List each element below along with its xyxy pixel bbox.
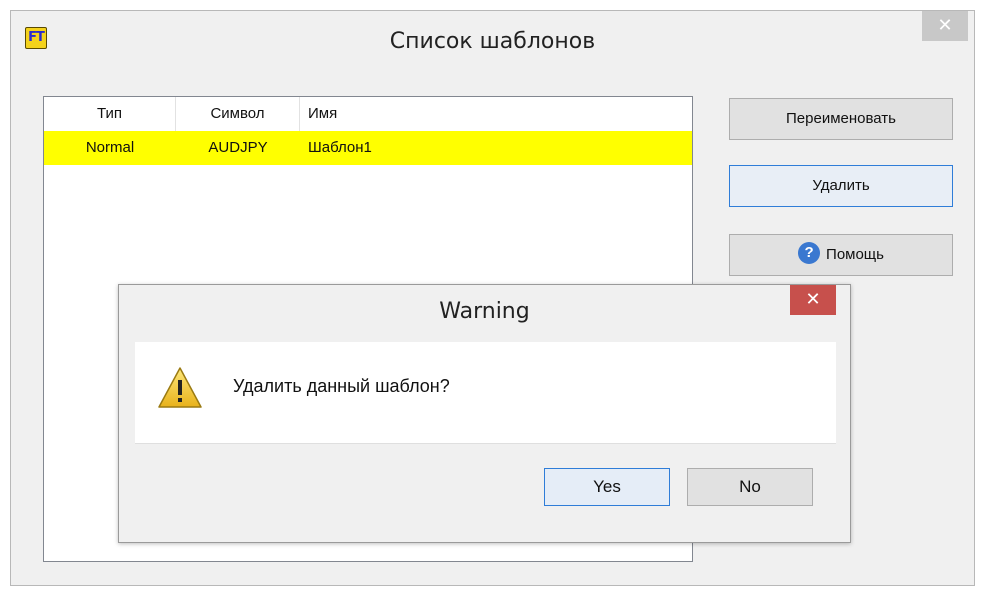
- column-header-symbol[interactable]: Символ: [176, 97, 300, 131]
- help-button[interactable]: ? Помощь: [729, 234, 953, 276]
- cell-name: Шаблон1: [308, 139, 372, 156]
- window-title: Список шаблонов: [389, 29, 596, 54]
- close-dialog-button[interactable]: ✕: [790, 285, 836, 315]
- table-row[interactable]: Normal AUDJPY Шаблон1: [44, 131, 692, 165]
- warning-dialog: Warning ✕ Удалить данный шаблон? Yes No: [118, 284, 851, 543]
- dialog-title: Warning: [439, 299, 530, 324]
- delete-button[interactable]: Удалить: [729, 165, 953, 207]
- help-button-label: Помощь: [826, 246, 884, 263]
- list-header: Тип Символ Имя: [44, 97, 692, 131]
- close-window-button[interactable]: ✕: [922, 11, 968, 41]
- rename-button[interactable]: Переименовать: [729, 98, 953, 140]
- yes-button[interactable]: Yes: [544, 468, 670, 506]
- cell-symbol: AUDJPY: [208, 139, 268, 156]
- no-button[interactable]: No: [687, 468, 813, 506]
- dialog-footer: Yes No: [135, 443, 836, 526]
- title-bar: FT Список шаблонов ✕: [11, 11, 974, 73]
- dialog-message: Удалить данный шаблон?: [233, 376, 450, 396]
- question-icon: ?: [798, 242, 821, 265]
- warning-icon: [158, 367, 202, 408]
- dialog-body: Удалить данный шаблон?: [135, 342, 836, 443]
- column-header-type[interactable]: Тип: [44, 97, 176, 131]
- column-header-name[interactable]: Имя: [300, 97, 692, 131]
- cell-type: Normal: [85, 139, 135, 156]
